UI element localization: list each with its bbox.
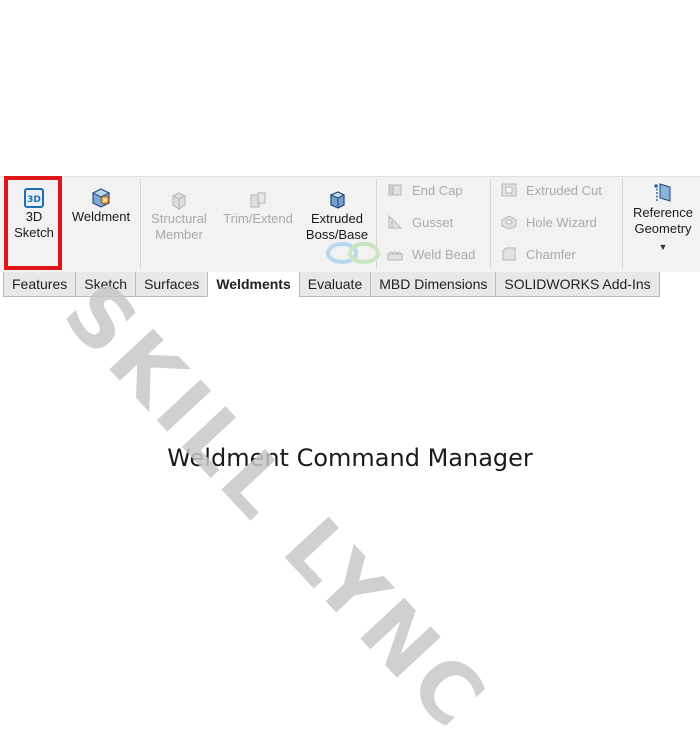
weld-bead-label: Weld Bead xyxy=(412,246,476,262)
watermark-logo-icon xyxy=(326,242,380,264)
weldment-button[interactable]: Weldment xyxy=(66,187,136,225)
extruded-cut-label: Extruded Cut xyxy=(526,182,602,198)
gusset-button[interactable]: Gusset xyxy=(386,213,453,231)
trim-extend-button[interactable]: Trim/Extend xyxy=(220,191,296,227)
gusset-label: Gusset xyxy=(412,214,454,230)
ribbon-separator xyxy=(140,179,141,269)
end-cap-button[interactable]: End Cap xyxy=(386,181,463,199)
reference-geometry-icon xyxy=(654,183,671,202)
structural-member-icon xyxy=(172,192,186,210)
gusset-icon xyxy=(388,214,403,229)
chamfer-icon xyxy=(502,247,516,261)
tab-features[interactable]: Features xyxy=(3,272,77,297)
tab-mbd-dimensions[interactable]: MBD Dimensions xyxy=(370,272,497,297)
command-manager-tabs: Features Sketch Surfaces Weldments Evaluate M… xyxy=(0,272,700,298)
hole-wizard-button[interactable]: Hole Wizard xyxy=(500,213,597,231)
page-caption: Weldment Command Manager xyxy=(167,444,533,472)
hole-wizard-label: Hole Wizard xyxy=(526,214,597,230)
end-cap-icon xyxy=(388,184,402,196)
reference-geometry-label: Reference Geometry xyxy=(633,205,693,236)
3d-sketch-highlight-box xyxy=(4,176,62,270)
watermark: SKILL LYNC xyxy=(45,265,507,750)
tab-surfaces[interactable]: Surfaces xyxy=(135,272,209,297)
weld-bead-button[interactable]: Weld Bead xyxy=(386,245,475,263)
structural-member-button[interactable]: Structural Member xyxy=(146,191,212,243)
ribbon-separator xyxy=(490,179,491,269)
tab-evaluate[interactable]: Evaluate xyxy=(298,272,372,297)
reference-geometry-button[interactable]: Reference Geometry ▼ xyxy=(628,181,698,255)
trim-extend-label: Trim/Extend xyxy=(223,211,293,226)
tab-sketch[interactable]: Sketch xyxy=(75,272,137,297)
extruded-boss-icon xyxy=(329,191,346,209)
chamfer-button[interactable]: Chamfer xyxy=(500,245,576,263)
extruded-boss-base-button[interactable]: Extruded Boss/Base xyxy=(304,189,370,243)
extruded-cut-button[interactable]: Extruded Cut xyxy=(500,181,602,199)
structural-member-label: Structural Member xyxy=(151,211,207,242)
weldment-label: Weldment xyxy=(71,209,131,224)
tab-solidworks-add-ins[interactable]: SOLIDWORKS Add-Ins xyxy=(495,272,660,297)
trim-extend-icon xyxy=(250,192,266,208)
tab-strip: Features Sketch Surfaces Weldments Evaluate M… xyxy=(3,272,660,297)
weld-bead-icon xyxy=(387,251,403,261)
extruded-cut-icon xyxy=(501,183,517,197)
hole-wizard-icon xyxy=(501,215,517,230)
end-cap-label: End Cap xyxy=(412,182,463,198)
ribbon-separator xyxy=(622,179,623,269)
tab-weldments[interactable]: Weldments xyxy=(207,272,300,297)
dropdown-arrow-icon[interactable]: ▼ xyxy=(659,239,668,255)
chamfer-label: Chamfer xyxy=(526,246,576,262)
weldment-icon xyxy=(91,188,111,208)
